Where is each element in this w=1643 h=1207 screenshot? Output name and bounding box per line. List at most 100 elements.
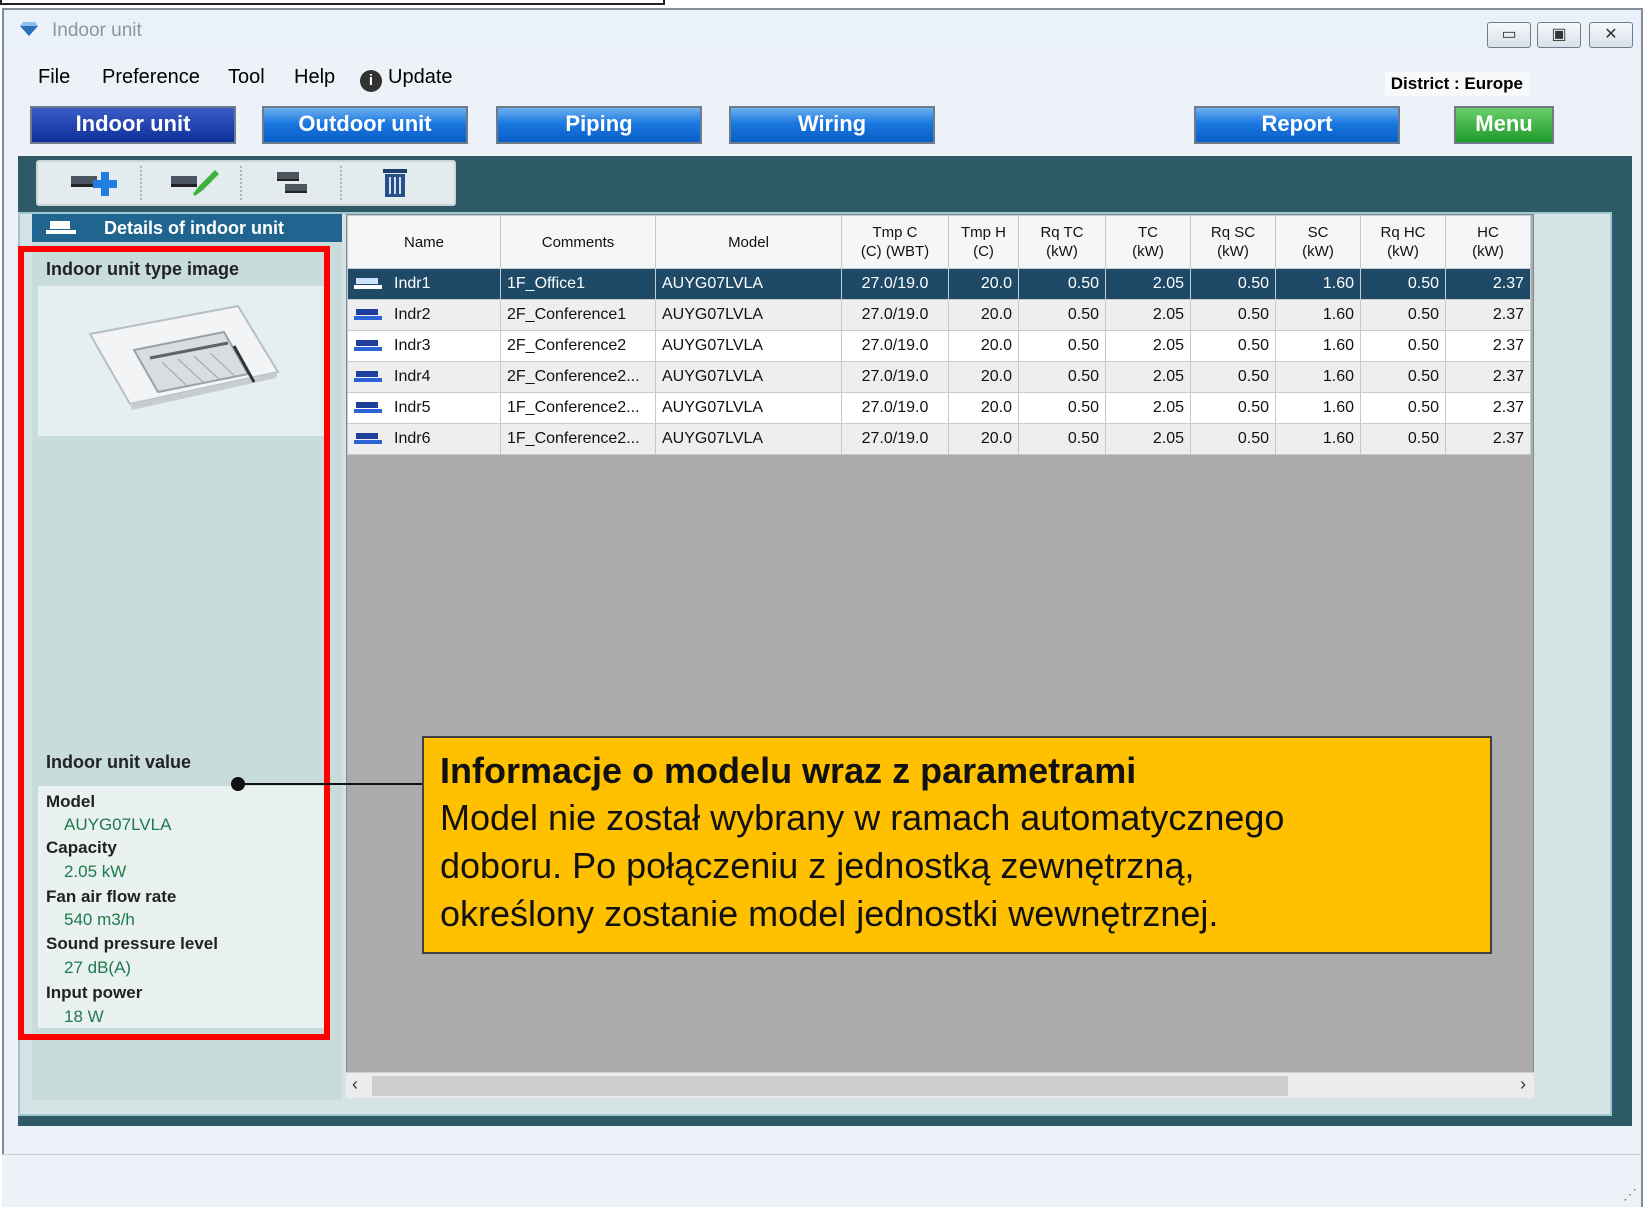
callout-line-1: Model nie został wybrany w ramach automa… [440, 797, 1285, 838]
table-cell: 1F_Conference2... [500, 392, 656, 424]
report-button[interactable]: Report [1194, 106, 1400, 144]
menu-preference[interactable]: Preference [102, 66, 200, 89]
cell-value: AUYG07LVLA [662, 275, 764, 292]
cell-value: 1.60 [1322, 275, 1354, 292]
column-header-unit: (C) (WBT) [860, 243, 930, 260]
indoor-unit-row-icon [354, 401, 382, 413]
table-row[interactable]: Indr6 1F_Conference2... AUYG07LVLA 27.0/19.… [347, 423, 1531, 455]
table-cell: 2.37 [1445, 361, 1531, 393]
cell-value: 2.37 [1492, 368, 1524, 385]
table-row[interactable]: Indr1 1F_Office1 AUYG07LVLA 27.0/19.0 20.0 0.… [347, 268, 1531, 300]
add-unit-button[interactable] [50, 166, 142, 200]
copy-unit-icon [277, 172, 307, 193]
column-header-title: Tmp H [961, 224, 1006, 241]
table-cell: 27.0/19.0 [841, 423, 949, 455]
cell-value: 1F_Office1 [507, 275, 585, 292]
close-button[interactable]: ✕ [1589, 22, 1633, 48]
column-header[interactable]: Rq HC (kW) [1360, 215, 1446, 269]
cell-value: 0.50 [1067, 275, 1099, 292]
cell-value: Indr6 [394, 430, 431, 447]
table-cell: 0.50 [1018, 423, 1106, 455]
menu-help[interactable]: Help [294, 66, 335, 89]
cell-value: 1.60 [1322, 430, 1354, 447]
column-header-title: Rq TC [1040, 224, 1084, 241]
horizontal-scrollbar[interactable]: ‹ › [346, 1072, 1534, 1098]
table-cell: 0.50 [1360, 423, 1446, 455]
table-cell: 0.50 [1018, 299, 1106, 331]
column-header[interactable]: HC (kW) [1445, 215, 1531, 269]
edit-unit-button[interactable] [150, 166, 242, 200]
cell-value: 0.50 [1407, 368, 1439, 385]
table-cell: 2.05 [1105, 330, 1191, 362]
table-cell: 2.37 [1445, 299, 1531, 331]
table-row[interactable]: Indr4 2F_Conference2... AUYG07LVLA 27.0/19.… [347, 361, 1531, 393]
column-header-title: SC [1307, 224, 1329, 241]
column-header[interactable]: Tmp C (C) (WBT) [841, 215, 949, 269]
tab-outdoor-unit[interactable]: Outdoor unit [262, 106, 468, 144]
column-header[interactable]: Comments [500, 215, 656, 269]
column-header[interactable]: Name [347, 215, 501, 269]
maximize-button[interactable]: ▣ [1537, 22, 1581, 48]
cell-value: 27.0/19.0 [861, 430, 929, 447]
column-header[interactable]: SC (kW) [1275, 215, 1361, 269]
table-cell: 27.0/19.0 [841, 361, 949, 393]
column-header[interactable]: TC (kW) [1105, 215, 1191, 269]
menu-update[interactable]: i Update [360, 66, 453, 92]
scrollbar-thumb[interactable] [372, 1076, 1288, 1096]
column-header[interactable]: Tmp H (C) [948, 215, 1019, 269]
table-row[interactable]: Indr2 2F_Conference1 AUYG07LVLA 27.0/19.0 20… [347, 299, 1531, 331]
table-cell: 2.37 [1445, 268, 1531, 300]
column-header-title: Tmp C [872, 224, 918, 241]
cell-value: 2.05 [1152, 368, 1184, 385]
scroll-right-icon[interactable]: › [1520, 1074, 1526, 1095]
column-header[interactable]: Model [655, 215, 842, 269]
resize-grip-icon[interactable]: ⋰ [1623, 1186, 1637, 1203]
cell-value: 1.60 [1322, 399, 1354, 416]
delete-button[interactable] [350, 166, 440, 200]
menu-bar: File Preference Tool Help i Update Distri… [4, 58, 1641, 98]
copy-unit-button[interactable] [250, 166, 342, 200]
cell-value: 2.05 [1152, 275, 1184, 292]
column-header-unit: (kW) [1387, 243, 1419, 260]
edit-unit-icon [171, 170, 219, 196]
cell-value: 0.50 [1407, 306, 1439, 323]
cell-value: Indr2 [394, 306, 431, 323]
field-power-value: 18 W [64, 1007, 104, 1026]
unit-image-box [38, 286, 324, 436]
minimize-button[interactable]: ▭ [1487, 22, 1531, 48]
table-cell: 20.0 [948, 423, 1019, 455]
cell-value: 2.37 [1492, 337, 1524, 354]
cell-value: 20.0 [980, 399, 1012, 416]
column-header-unit: (kW) [1302, 243, 1334, 260]
menu-file[interactable]: File [38, 66, 70, 89]
table-cell: AUYG07LVLA [655, 330, 842, 362]
column-header-unit: (kW) [1472, 243, 1504, 260]
menu-tool[interactable]: Tool [228, 66, 265, 89]
cell-value: 2.37 [1492, 306, 1524, 323]
cell-value: 0.50 [1407, 337, 1439, 354]
table-cell: 2.37 [1445, 330, 1531, 362]
callout-line-2: doboru. Po połączeniu z jednostką zewnęt… [440, 845, 1195, 886]
cell-value: 1.60 [1322, 337, 1354, 354]
table-cell: AUYG07LVLA [655, 392, 842, 424]
column-header[interactable]: Rq TC (kW) [1018, 215, 1106, 269]
table-cell: 20.0 [948, 299, 1019, 331]
cell-value: 0.50 [1237, 368, 1269, 385]
table-cell: AUYG07LVLA [655, 268, 842, 300]
tab-indoor-unit[interactable]: Indoor unit [30, 106, 236, 144]
cell-value: Indr1 [394, 275, 431, 292]
table-row[interactable]: Indr3 2F_Conference2 AUYG07LVLA 27.0/19.0 20… [347, 330, 1531, 362]
table-cell: 1.60 [1275, 392, 1361, 424]
table-cell: 2F_Conference2 [500, 330, 656, 362]
column-header[interactable]: Rq SC (kW) [1190, 215, 1276, 269]
unit-table: Name Comments Model Tmp C (C) (WBT) Tmp H (C) R… [347, 215, 1531, 455]
scroll-left-icon[interactable]: ‹ [352, 1074, 358, 1095]
maximize-icon: ▣ [1551, 26, 1567, 43]
table-cell: 0.50 [1360, 299, 1446, 331]
tab-piping[interactable]: Piping [496, 106, 702, 144]
menu-button[interactable]: Menu [1454, 106, 1554, 144]
tab-wiring[interactable]: Wiring [729, 106, 935, 144]
table-row[interactable]: Indr5 1F_Conference2... AUYG07LVLA 27.0/19.… [347, 392, 1531, 424]
table-cell: 27.0/19.0 [841, 268, 949, 300]
cell-value: 20.0 [980, 306, 1012, 323]
